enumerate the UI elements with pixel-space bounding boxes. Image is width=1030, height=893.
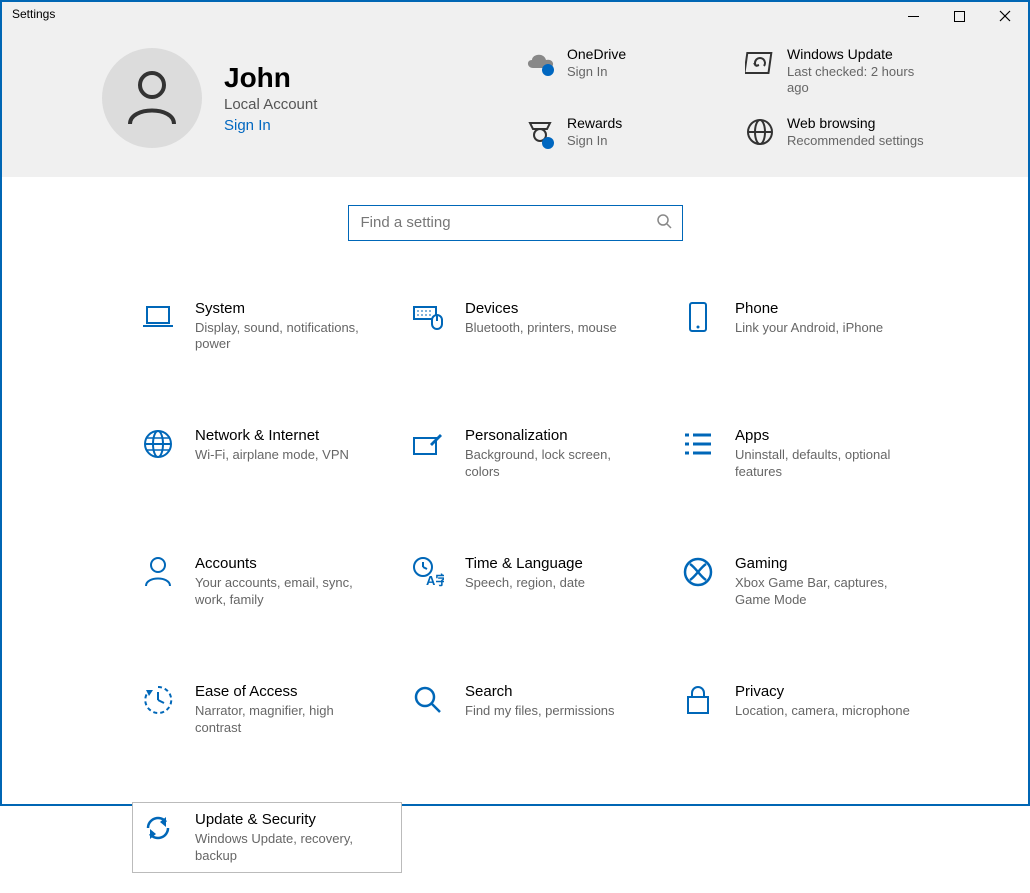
search-icon <box>656 213 672 232</box>
ribbon-icon <box>512 115 567 151</box>
tile-title: Windows Update <box>787 46 927 62</box>
cat-sub: Wi-Fi, airplane mode, VPN <box>195 447 349 464</box>
category-apps[interactable]: Apps Uninstall, defaults, optional featur… <box>672 418 942 490</box>
cat-sub: Uninstall, defaults, optional features <box>735 447 915 481</box>
profile-name: John <box>224 62 317 94</box>
cat-sub: Xbox Game Bar, captures, Game Mode <box>735 575 915 609</box>
close-button[interactable] <box>982 2 1028 30</box>
globe-icon <box>141 427 175 461</box>
ease-icon <box>141 683 175 717</box>
cat-title: Search <box>465 683 615 700</box>
update-icon <box>732 46 787 78</box>
cat-title: Network & Internet <box>195 427 349 444</box>
person-icon <box>126 70 178 126</box>
category-gaming[interactable]: Gaming Xbox Game Bar, captures, Game Mode <box>672 546 942 618</box>
cat-title: Apps <box>735 427 915 444</box>
tile-title: Web browsing <box>787 115 924 131</box>
cat-sub: Find my files, permissions <box>465 703 615 720</box>
maximize-button[interactable] <box>936 2 982 30</box>
person-icon <box>141 555 175 589</box>
cat-title: Personalization <box>465 427 645 444</box>
category-system[interactable]: System Display, sound, notifications, pow… <box>132 291 402 363</box>
minimize-button[interactable] <box>890 2 936 30</box>
cat-sub: Bluetooth, printers, mouse <box>465 320 617 337</box>
header: John Local Account Sign In OneDrive Sign… <box>2 30 1028 177</box>
cat-sub: Speech, region, date <box>465 575 585 592</box>
magnifier-icon <box>411 683 445 717</box>
cat-title: Devices <box>465 300 617 317</box>
category-personalization[interactable]: Personalization Background, lock screen, … <box>402 418 672 490</box>
tile-sub: Recommended settings <box>787 133 924 149</box>
profile-account-type: Local Account <box>224 96 317 113</box>
avatar <box>102 48 202 148</box>
cat-title: Gaming <box>735 555 915 572</box>
search-box[interactable] <box>348 205 683 241</box>
keyboard-icon <box>411 300 445 334</box>
laptop-icon <box>141 300 175 334</box>
cat-sub: Location, camera, microphone <box>735 703 910 720</box>
cat-sub: Your accounts, email, sync, work, family <box>195 575 375 609</box>
tile-sub: Sign In <box>567 64 626 80</box>
category-phone[interactable]: Phone Link your Android, iPhone <box>672 291 942 363</box>
list-icon <box>681 427 715 461</box>
search-input[interactable] <box>361 214 670 231</box>
cat-title: Accounts <box>195 555 375 572</box>
svg-text:A字: A字 <box>426 573 444 588</box>
tile-title: OneDrive <box>567 46 626 62</box>
cat-title: System <box>195 300 375 317</box>
lock-icon <box>681 683 715 717</box>
tile-title: Rewards <box>567 115 622 131</box>
cat-sub: Background, lock screen, colors <box>465 447 645 481</box>
window-title: Settings <box>2 2 65 26</box>
category-privacy[interactable]: Privacy Location, camera, microphone <box>672 674 942 746</box>
cloud-icon <box>512 46 567 78</box>
tile-windows-update[interactable]: Windows Update Last checked: 2 hours ago <box>732 46 952 97</box>
category-ease-of-access[interactable]: Ease of Access Narrator, magnifier, high … <box>132 674 402 746</box>
paint-icon <box>411 427 445 461</box>
profile-block: John Local Account Sign In <box>102 46 482 151</box>
globe-icon <box>732 115 787 147</box>
category-search[interactable]: Search Find my files, permissions <box>402 674 672 746</box>
tile-rewards[interactable]: Rewards Sign In <box>512 115 732 151</box>
profile-signin-link[interactable]: Sign In <box>224 117 317 134</box>
tile-onedrive[interactable]: OneDrive Sign In <box>512 46 732 97</box>
cat-title: Update & Security <box>195 811 375 828</box>
cat-title: Phone <box>735 300 883 317</box>
categories-grid: System Display, sound, notifications, pow… <box>2 251 1028 893</box>
category-network[interactable]: Network & Internet Wi-Fi, airplane mode, … <box>132 418 402 490</box>
phone-icon <box>681 300 715 334</box>
cat-sub: Windows Update, recovery, backup <box>195 831 375 865</box>
tile-sub: Sign In <box>567 133 622 149</box>
sync-icon <box>141 811 175 845</box>
titlebar: Settings <box>2 2 1028 30</box>
tile-sub: Last checked: 2 hours ago <box>787 64 927 97</box>
cat-sub: Display, sound, notifications, power <box>195 320 375 354</box>
category-devices[interactable]: Devices Bluetooth, printers, mouse <box>402 291 672 363</box>
xbox-icon <box>681 555 715 589</box>
category-update-security[interactable]: Update & Security Windows Update, recover… <box>132 802 402 874</box>
time-language-icon: A字 <box>411 555 445 589</box>
category-time-language[interactable]: A字 Time & Language Speech, region, date <box>402 546 672 618</box>
cat-sub: Link your Android, iPhone <box>735 320 883 337</box>
category-accounts[interactable]: Accounts Your accounts, email, sync, work… <box>132 546 402 618</box>
cat-title: Ease of Access <box>195 683 375 700</box>
cat-sub: Narrator, magnifier, high contrast <box>195 703 375 737</box>
cat-title: Time & Language <box>465 555 585 572</box>
tile-web-browsing[interactable]: Web browsing Recommended settings <box>732 115 952 151</box>
cat-title: Privacy <box>735 683 910 700</box>
